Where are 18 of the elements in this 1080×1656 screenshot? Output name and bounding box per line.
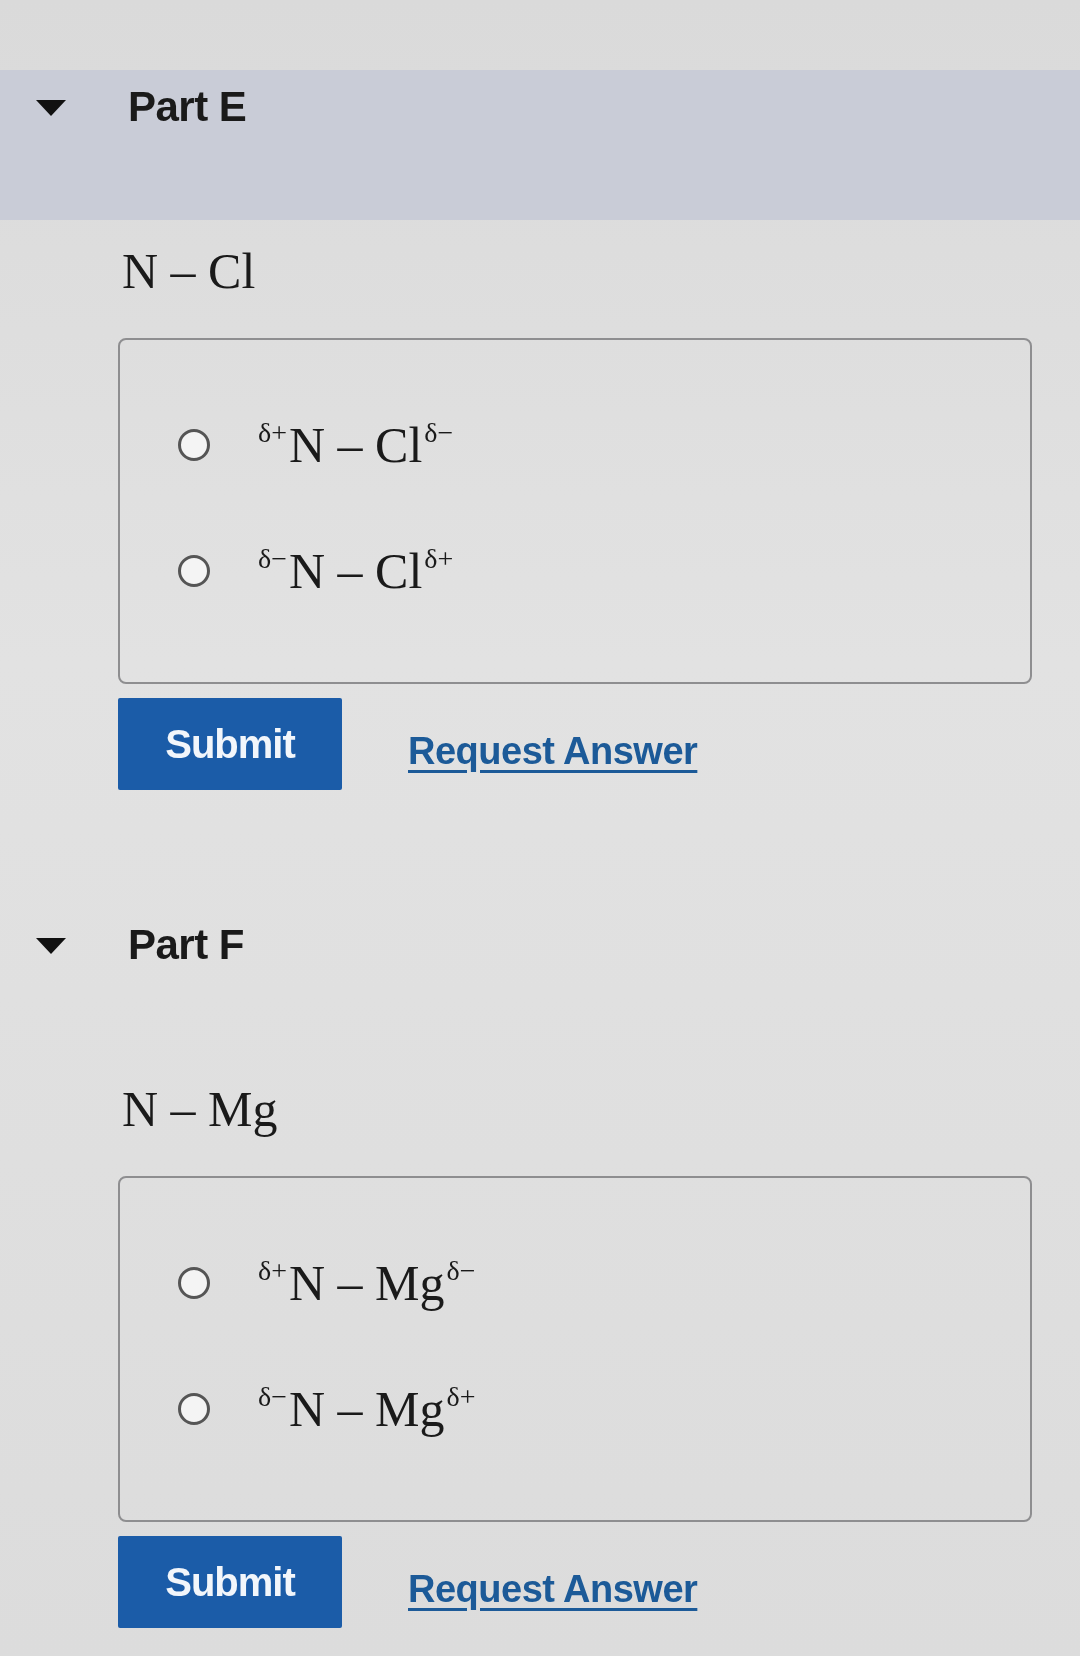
radio-button[interactable] xyxy=(178,1393,210,1425)
bond-formula: N – Cl xyxy=(122,242,256,300)
option-label: $^{δ−}$N – Cl$^{δ+}$ xyxy=(257,542,455,600)
radio-button[interactable] xyxy=(178,555,210,587)
radio-button[interactable] xyxy=(178,1267,210,1299)
option-label: $^{δ+}$N – Mg$^{δ−}$ xyxy=(257,1254,477,1312)
option-label: $^{δ+}$N – Cl$^{δ−}$ xyxy=(257,416,455,474)
caret-icon[interactable] xyxy=(36,100,66,116)
submit-button[interactable]: Submit xyxy=(118,1536,342,1628)
option-label: $^{δ−}$N – Mg$^{δ+}$ xyxy=(257,1380,477,1438)
request-answer-link[interactable]: Request Answer xyxy=(408,1567,698,1611)
radio-button[interactable] xyxy=(178,429,210,461)
part-title[interactable]: Part E xyxy=(128,84,247,130)
submit-button[interactable]: Submit xyxy=(118,698,342,790)
part-title[interactable]: Part F xyxy=(128,922,245,968)
caret-icon[interactable] xyxy=(36,938,66,954)
request-answer-link[interactable]: Request Answer xyxy=(408,729,698,773)
bond-formula: N – Mg xyxy=(122,1080,278,1138)
